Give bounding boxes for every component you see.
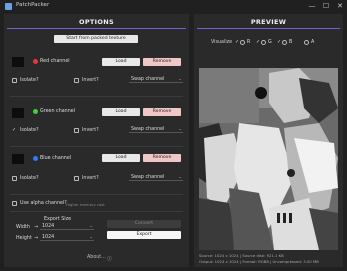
preview-title: PREVIEW: [250, 18, 287, 26]
blue-load-button[interactable]: Load: [102, 154, 140, 162]
a-radio[interactable]: [304, 40, 309, 45]
red-swap-channel-select[interactable]: Swap channel ⌄: [129, 76, 183, 83]
divider: [10, 211, 183, 212]
b-radio[interactable]: [282, 40, 287, 45]
title-bar: PatchPacker — ☐ ✕: [0, 0, 347, 14]
blue-channel-label: Blue channel: [40, 156, 72, 161]
width-value: 1024: [42, 224, 55, 229]
close-icon[interactable]: ✕: [335, 1, 345, 11]
alpha-label: Use alpha channel?: [20, 201, 67, 206]
green-isolate-label: Isolate?: [20, 128, 39, 133]
texture-preview-graphic: [199, 68, 338, 250]
check-icon[interactable]: ✓: [12, 128, 16, 133]
chevron-down-icon: ⌄: [178, 77, 182, 82]
red-isolate-label: Isolate?: [20, 78, 39, 83]
green-dot-icon: [33, 109, 38, 114]
blue-invert-checkbox[interactable]: [74, 176, 79, 181]
g-radio-label: G: [268, 40, 272, 45]
green-channel-label: Green channel: [40, 109, 76, 114]
height-value: 1024: [42, 235, 55, 240]
visualize-label: Visualize: [211, 40, 233, 45]
chevron-down-icon: ⌄: [178, 175, 182, 180]
width-label: Width: [16, 225, 30, 230]
preview-panel: PREVIEW Visualize ✓ R ✓ G ✓ B A Source: …: [194, 14, 343, 267]
blue-dot-icon: [33, 156, 38, 161]
red-isolate-checkbox[interactable]: [12, 78, 17, 83]
maximize-icon[interactable]: ☐: [321, 1, 331, 11]
window-title: PatchPacker: [16, 2, 50, 8]
preview-image: [199, 68, 338, 250]
green-channel-thumbnail: [12, 108, 24, 118]
export-button[interactable]: Export: [107, 231, 181, 239]
convert-button[interactable]: Convert: [107, 220, 181, 228]
divider: [10, 146, 183, 147]
info-icon[interactable]: ⓘ: [107, 255, 112, 262]
chevron-down-icon: ⌄: [89, 235, 93, 240]
red-channel-label: Red channel: [40, 59, 70, 64]
check-icon: ✓: [235, 39, 240, 45]
red-load-button[interactable]: Load: [102, 58, 140, 66]
preview-accent-line: [197, 28, 340, 29]
export-size-label: Export Size: [44, 217, 72, 222]
width-select[interactable]: 1024 ⌄: [40, 223, 94, 230]
check-icon: ✓: [256, 39, 261, 45]
arrow-icon: →: [34, 236, 39, 241]
start-from-packed-button[interactable]: Start from packed texture: [54, 35, 138, 43]
chevron-down-icon: ⌄: [89, 224, 93, 229]
height-label: Height: [16, 236, 32, 241]
r-radio[interactable]: [240, 40, 245, 45]
green-load-button[interactable]: Load: [102, 108, 140, 116]
r-radio-label: R: [247, 40, 251, 45]
green-swap-channel-select[interactable]: Swap channel ⌄: [129, 126, 183, 133]
red-remove-button[interactable]: Remove: [143, 58, 181, 66]
blue-swap-channel-value: Swap channel: [131, 175, 165, 180]
green-swap-channel-value: Swap channel: [131, 127, 165, 132]
alpha-checkbox[interactable]: [12, 201, 17, 206]
info-line-source: Source: 1024 x 1024 | Source disk: 921.1…: [199, 253, 284, 258]
minimize-icon[interactable]: —: [307, 1, 317, 11]
options-panel: OPTIONS Start from packed texture Red ch…: [4, 14, 189, 267]
divider: [10, 96, 183, 97]
divider: [10, 194, 183, 195]
red-invert-label: Invert?: [82, 78, 99, 83]
green-remove-button[interactable]: Remove: [143, 108, 181, 116]
info-line-output: Output: 1024 x 1024 | Format: RGB8 | Unc…: [199, 259, 319, 264]
green-invert-label: Invert?: [82, 128, 99, 133]
blue-isolate-checkbox[interactable]: [12, 176, 17, 181]
height-select[interactable]: 1024 ⌄: [40, 234, 94, 241]
red-swap-channel-value: Swap channel: [131, 77, 165, 82]
blue-swap-channel-select[interactable]: Swap channel ⌄: [129, 174, 183, 181]
blue-channel-thumbnail: [12, 154, 24, 164]
chevron-down-icon: ⌄: [178, 127, 182, 132]
a-radio-label: A: [311, 40, 315, 45]
green-invert-checkbox[interactable]: [74, 128, 79, 133]
red-dot-icon: [33, 59, 38, 64]
blue-invert-label: Invert?: [82, 176, 99, 181]
app-icon: [5, 3, 12, 10]
options-accent-line: [7, 28, 186, 29]
blue-isolate-label: Isolate?: [20, 176, 39, 181]
arrow-icon: →: [34, 225, 39, 230]
g-radio[interactable]: [261, 40, 266, 45]
options-title: OPTIONS: [79, 18, 114, 26]
blue-remove-button[interactable]: Remove: [143, 154, 181, 162]
about-link[interactable]: About...: [87, 255, 106, 260]
check-icon: ✓: [277, 39, 282, 45]
b-radio-label: B: [289, 40, 293, 45]
red-invert-checkbox[interactable]: [74, 78, 79, 83]
alpha-note: Higher memory cost: [66, 202, 105, 207]
red-channel-thumbnail: [12, 57, 24, 67]
